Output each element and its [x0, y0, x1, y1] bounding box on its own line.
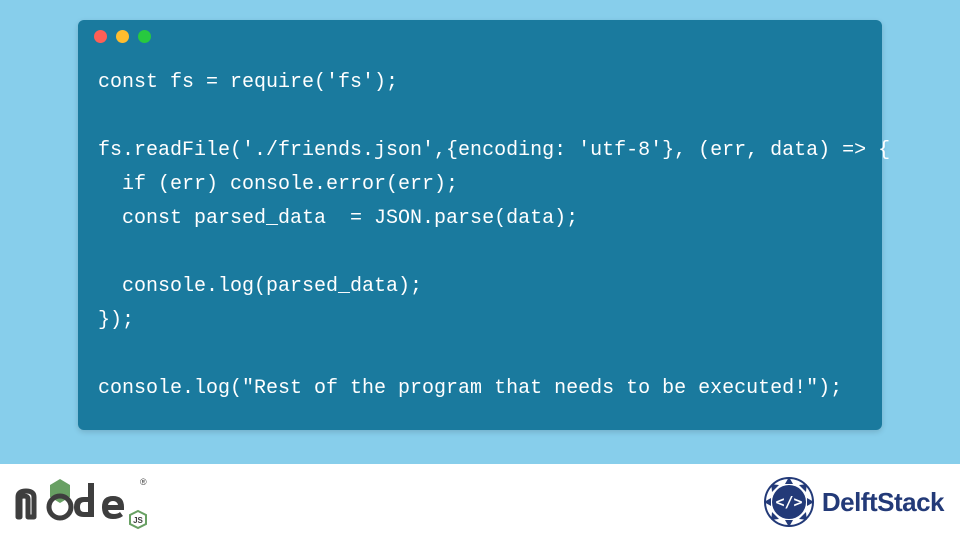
minimize-icon[interactable] — [116, 30, 129, 43]
node-logo: JS ® — [12, 473, 152, 531]
svg-text:JS: JS — [133, 516, 143, 525]
code-window: const fs = require('fs'); fs.readFile('.… — [78, 20, 882, 430]
close-icon[interactable] — [94, 30, 107, 43]
nodejs-icon: JS ® — [12, 473, 152, 531]
svg-text:</>: </> — [775, 493, 802, 511]
code-block: const fs = require('fs'); fs.readFile('.… — [78, 52, 882, 430]
zoom-icon[interactable] — [138, 30, 151, 43]
svg-text:®: ® — [140, 477, 147, 487]
window-titlebar — [78, 20, 882, 52]
delftstack-wordmark: DelftStack — [822, 487, 944, 518]
delftstack-logo-icon: </> — [762, 475, 816, 529]
footer-bar: JS ® — [0, 464, 960, 540]
delftstack-brand: </> DelftStack — [762, 475, 944, 529]
